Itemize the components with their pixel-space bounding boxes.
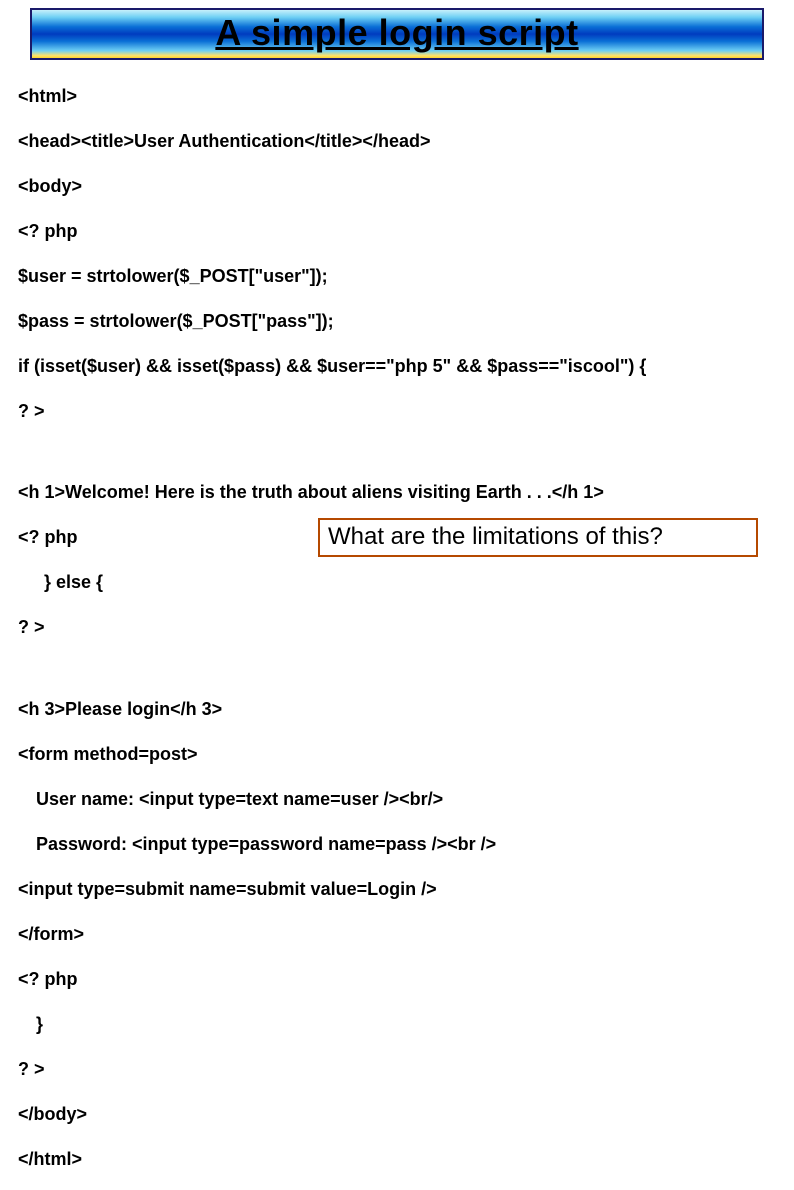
callout-text: What are the limitations of this? xyxy=(328,523,663,550)
code-line: ? > xyxy=(18,400,794,423)
code-line: } else { xyxy=(18,571,794,594)
code-line: <html> xyxy=(18,85,794,108)
code-line: ? > xyxy=(18,616,794,639)
code-line: <input type=submit name=submit value=Log… xyxy=(18,878,794,901)
slide-title: A simple login script xyxy=(215,12,578,53)
code-line: </html> xyxy=(18,1148,794,1171)
slide-title-bar: A simple login script xyxy=(30,8,764,60)
code-line: ? > xyxy=(18,1058,794,1081)
code-line: <form method=post> xyxy=(18,743,794,766)
code-line: Password: <input type=password name=pass… xyxy=(18,833,794,856)
code-line: $pass = strtolower($_POST["pass"]); xyxy=(18,310,794,333)
code-line: } xyxy=(18,1013,794,1036)
code-line: <? php xyxy=(18,220,794,243)
code-line: </body> xyxy=(18,1103,794,1126)
code-line: $user = strtolower($_POST["user"]); xyxy=(18,265,794,288)
code-listing: <html> <head><title>User Authentication<… xyxy=(18,62,794,1190)
code-line: <head><title>User Authentication</title>… xyxy=(18,130,794,153)
code-line: <body> xyxy=(18,175,794,198)
code-line: User name: <input type=text name=user />… xyxy=(18,788,794,811)
callout-box: What are the limitations of this? xyxy=(318,518,758,557)
code-line: <h 1>Welcome! Here is the truth about al… xyxy=(18,481,794,504)
code-line: </form> xyxy=(18,923,794,946)
code-line: if (isset($user) && isset($pass) && $use… xyxy=(18,355,794,378)
code-line: <? php xyxy=(18,968,794,991)
code-line: <h 3>Please login</h 3> xyxy=(18,698,794,721)
